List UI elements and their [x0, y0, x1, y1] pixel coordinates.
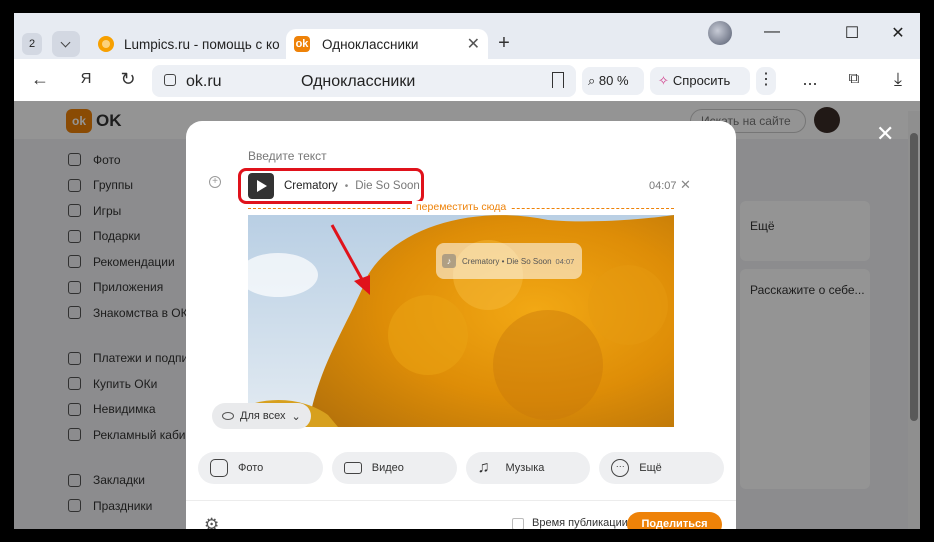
- zoom-button[interactable]: ⌕ 80 %: [582, 67, 644, 95]
- tab-label: Lumpics.ru - помощь с ком: [124, 36, 280, 52]
- yandex-icon[interactable]: Я: [74, 70, 98, 87]
- action-label: Фото: [238, 462, 264, 474]
- track-duration: 04:07: [649, 180, 677, 192]
- modal-close-icon[interactable]: ✕: [876, 121, 894, 147]
- ghost-title: Die So Soon: [506, 256, 552, 266]
- red-arrow-annotation: [330, 224, 370, 295]
- ok-favicon-icon: ok: [294, 36, 310, 52]
- privacy-dropdown[interactable]: Для всех ⌄: [212, 403, 311, 429]
- attached-photo[interactable]: ♪ Crematory • Die So Soon 04:07: [248, 215, 674, 427]
- add-music-button[interactable]: ♫ Музыка: [465, 452, 591, 484]
- url-text: ok.ru: [186, 73, 222, 90]
- ask-button[interactable]: ✧ Спросить: [650, 67, 750, 95]
- tab-lumpics[interactable]: Lumpics.ru - помощь с ком: [90, 29, 280, 59]
- ghost-duration: 04:07: [555, 256, 575, 266]
- more-actions-button[interactable]: ··· Ещё: [599, 452, 724, 484]
- chevron-down-icon: ⌄: [291, 410, 301, 423]
- close-tab-icon[interactable]: ✕: [467, 34, 480, 54]
- menu-button[interactable]: ⋮: [756, 67, 776, 95]
- post-composer-modal: Введите текст + Crematory • Die So Soon …: [186, 121, 736, 529]
- alice-icon: ✧: [658, 73, 669, 88]
- address-bar[interactable]: ok.ru Одноклассники: [152, 65, 576, 97]
- footer-divider: [186, 500, 736, 501]
- more-button[interactable]: ...: [798, 69, 822, 90]
- music-note-icon: ♪: [442, 254, 456, 268]
- tab-list-dropdown[interactable]: [52, 31, 80, 57]
- window-close-icon[interactable]: ✕: [888, 23, 908, 43]
- browser-window: 2 Lumpics.ru - помощь с ком ok Однокласс…: [14, 13, 920, 529]
- more-circle-icon: ···: [611, 459, 630, 477]
- new-tab-button[interactable]: +: [492, 32, 516, 56]
- tab-bar: 2 Lumpics.ru - помощь с ком ok Однокласс…: [14, 13, 920, 59]
- tab-count-button[interactable]: 2: [22, 33, 42, 55]
- bookmark-icon[interactable]: [552, 72, 564, 88]
- minimize-icon[interactable]: —: [762, 23, 782, 41]
- publish-time-label: Время публикации: [532, 517, 628, 529]
- lock-icon: [164, 74, 176, 86]
- ghost-artist: Crematory: [462, 256, 500, 266]
- add-video-button[interactable]: Видео: [331, 452, 457, 484]
- dragging-track-preview: ♪ Crematory • Die So Soon 04:07: [436, 243, 582, 279]
- back-arrow-icon[interactable]: ←: [28, 69, 52, 90]
- remove-attachment-icon[interactable]: ✕: [680, 177, 691, 193]
- camera-icon: [210, 459, 228, 477]
- highlight-annotation: [238, 168, 424, 204]
- add-photo-button[interactable]: Фото: [198, 452, 323, 484]
- publish-time-checkbox[interactable]: [512, 518, 524, 529]
- text-input[interactable]: Введите текст: [248, 149, 327, 163]
- add-block-icon[interactable]: +: [209, 176, 221, 188]
- tab-odnoklassniki[interactable]: ok Одноклассники ✕: [286, 29, 488, 59]
- ghost-track-text: Crematory • Die So Soon: [462, 257, 552, 266]
- music-note-icon: ♫: [477, 459, 490, 476]
- eye-icon: [222, 412, 234, 420]
- reload-icon[interactable]: ↻: [116, 69, 140, 90]
- action-label: Видео: [371, 462, 404, 474]
- browser-toolbar: ← Я ↻ ok.ru Одноклассники ⌕ 80 % ✧ Спроси…: [14, 59, 920, 101]
- ask-label: Спросить: [672, 73, 731, 88]
- profile-avatar[interactable]: [708, 21, 732, 45]
- lumpics-favicon-icon: [98, 36, 114, 52]
- attach-actions: Фото Видео ♫ Музыка ··· Ещё: [198, 452, 724, 484]
- zoom-level: 80 %: [598, 73, 629, 88]
- settings-gear-icon[interactable]: ⚙: [204, 515, 219, 529]
- action-label: Музыка: [505, 462, 545, 474]
- tab-label: Одноклассники: [322, 36, 419, 52]
- collections-icon[interactable]: ⧉: [842, 70, 866, 87]
- drop-hint: переместить сюда: [412, 201, 511, 213]
- action-label: Ещё: [639, 462, 662, 474]
- downloads-icon[interactable]: ⤓: [886, 69, 910, 90]
- privacy-label: Для всех: [240, 410, 286, 422]
- ghost-separator: •: [501, 256, 505, 266]
- page-title: Одноклассники: [301, 73, 416, 90]
- video-camera-icon: [343, 462, 362, 474]
- maximize-icon[interactable]: ☐: [842, 23, 862, 43]
- share-button[interactable]: Поделиться: [627, 512, 722, 529]
